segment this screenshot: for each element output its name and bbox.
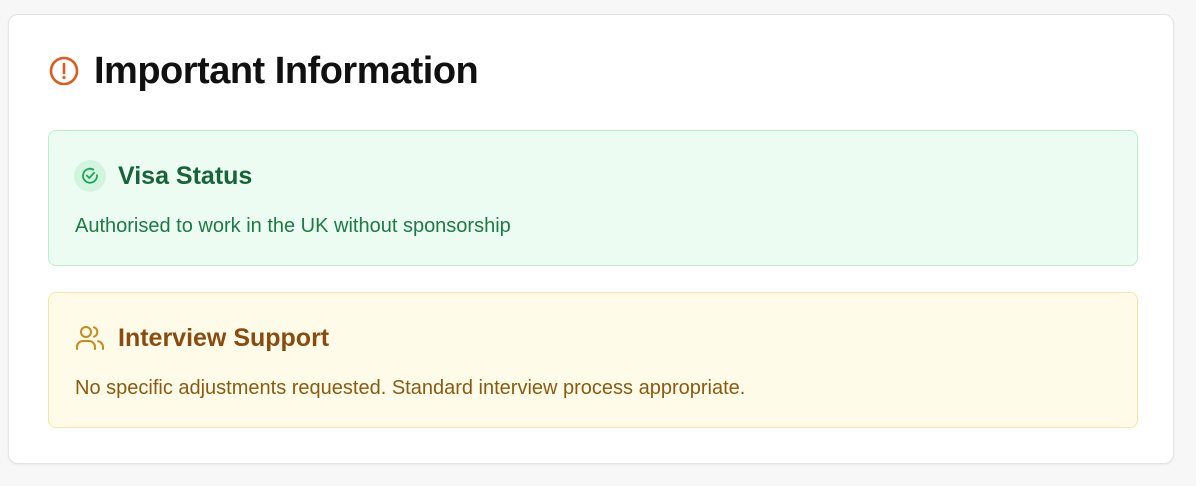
interview-support-title: Interview Support bbox=[118, 324, 330, 352]
interview-support-header: Interview Support bbox=[74, 322, 329, 354]
users-icon bbox=[74, 322, 106, 354]
visa-status-header: Visa Status bbox=[74, 160, 252, 192]
interview-support-panel: Interview Support No specific adjustment… bbox=[48, 292, 1138, 428]
check-circle-icon bbox=[74, 160, 106, 192]
card-header: Important Information bbox=[48, 49, 479, 93]
page-title: Important Information bbox=[94, 50, 479, 92]
visa-status-text: Authorised to work in the UK without spo… bbox=[75, 215, 511, 237]
important-information-card: Important Information Visa Status Author… bbox=[8, 14, 1174, 464]
visa-status-title: Visa Status bbox=[118, 162, 253, 190]
interview-support-text: No specific adjustments requested. Stand… bbox=[75, 377, 746, 399]
alert-circle-icon bbox=[48, 55, 80, 87]
visa-status-panel: Visa Status Authorised to work in the UK… bbox=[48, 130, 1138, 266]
